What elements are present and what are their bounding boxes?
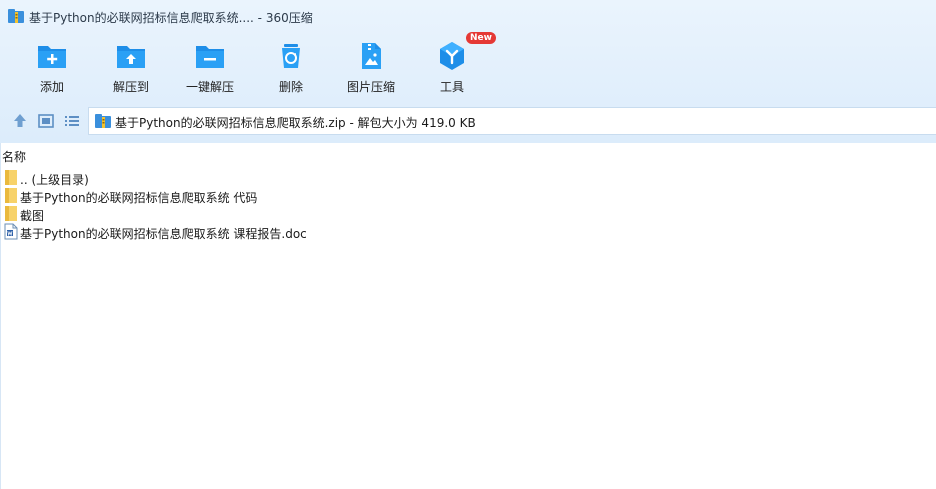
image-compress-button[interactable]: 图片压缩 xyxy=(333,37,409,97)
delete-label: 删除 xyxy=(278,80,303,94)
one-click-extract-button[interactable]: 一键解压 xyxy=(172,37,248,97)
list-item-screenshots-folder[interactable]: 截图 xyxy=(0,205,500,223)
list-item-code-folder[interactable]: 基于Python的必联网招标信息爬取系统 代码 xyxy=(0,187,500,205)
address-bar[interactable]: 基于Python的必联网招标信息爬取系统.zip - 解包大小为 419.0 K… xyxy=(88,107,936,135)
add-label: 添加 xyxy=(39,80,64,94)
image-compress-icon xyxy=(362,43,381,69)
folder-add-icon xyxy=(38,46,66,68)
list-item-name: 基于Python的必联网招标信息爬取系统 课程报告.doc xyxy=(20,227,307,241)
list-item-parent-directory[interactable]: .. (上级目录) xyxy=(0,169,500,187)
list-item-name: .. (上级目录) xyxy=(20,173,89,187)
image-compress-label: 图片压缩 xyxy=(346,80,395,94)
recycle-bin-icon xyxy=(282,44,300,68)
toolbar: 添加 解压到 一键解压 删除 图片压缩 New 工具 xyxy=(0,32,520,97)
zip-archive-icon xyxy=(8,9,24,23)
view-thumbnail-icon[interactable] xyxy=(36,111,56,131)
title-bar: 基于Python的必联网招标信息爬取系统.... - 360压缩 xyxy=(0,0,936,32)
tools-button[interactable]: New 工具 xyxy=(414,32,496,97)
folder-extract-icon xyxy=(117,46,145,68)
zip-archive-icon xyxy=(95,114,111,128)
view-list-icon[interactable] xyxy=(62,111,82,131)
folder-icon xyxy=(5,206,17,221)
delete-button[interactable]: 删除 xyxy=(253,37,329,97)
column-header: 名称 xyxy=(0,143,936,165)
folder-one-click-extract-icon xyxy=(196,46,224,68)
one-click-extract-label: 一键解压 xyxy=(185,80,234,94)
address-text: 基于Python的必联网招标信息爬取系统.zip - 解包大小为 419.0 K… xyxy=(115,116,476,130)
list-item-name: 基于Python的必联网招标信息爬取系统 代码 xyxy=(20,191,258,205)
list-item-report-doc[interactable]: 基于Python的必联网招标信息爬取系统 课程报告.doc xyxy=(0,223,500,241)
folder-icon xyxy=(5,170,17,185)
list-item-name: 截图 xyxy=(20,209,45,223)
tools-label: 工具 xyxy=(439,80,464,94)
add-button[interactable]: 添加 xyxy=(14,37,90,97)
navigation-bar: 基于Python的必联网招标信息爬取系统.zip - 解包大小为 419.0 K… xyxy=(0,107,936,135)
folder-icon xyxy=(5,188,17,203)
word-document-icon xyxy=(4,223,18,240)
window-title: 基于Python的必联网招标信息爬取系统.... - 360压缩 xyxy=(29,11,313,25)
column-header-name[interactable]: 名称 xyxy=(2,148,26,165)
extract-to-button[interactable]: 解压到 xyxy=(93,37,169,97)
extract-to-label: 解压到 xyxy=(112,80,149,94)
tools-icon xyxy=(440,42,464,70)
new-badge: New xyxy=(466,32,496,44)
up-arrow-icon[interactable] xyxy=(10,111,30,131)
